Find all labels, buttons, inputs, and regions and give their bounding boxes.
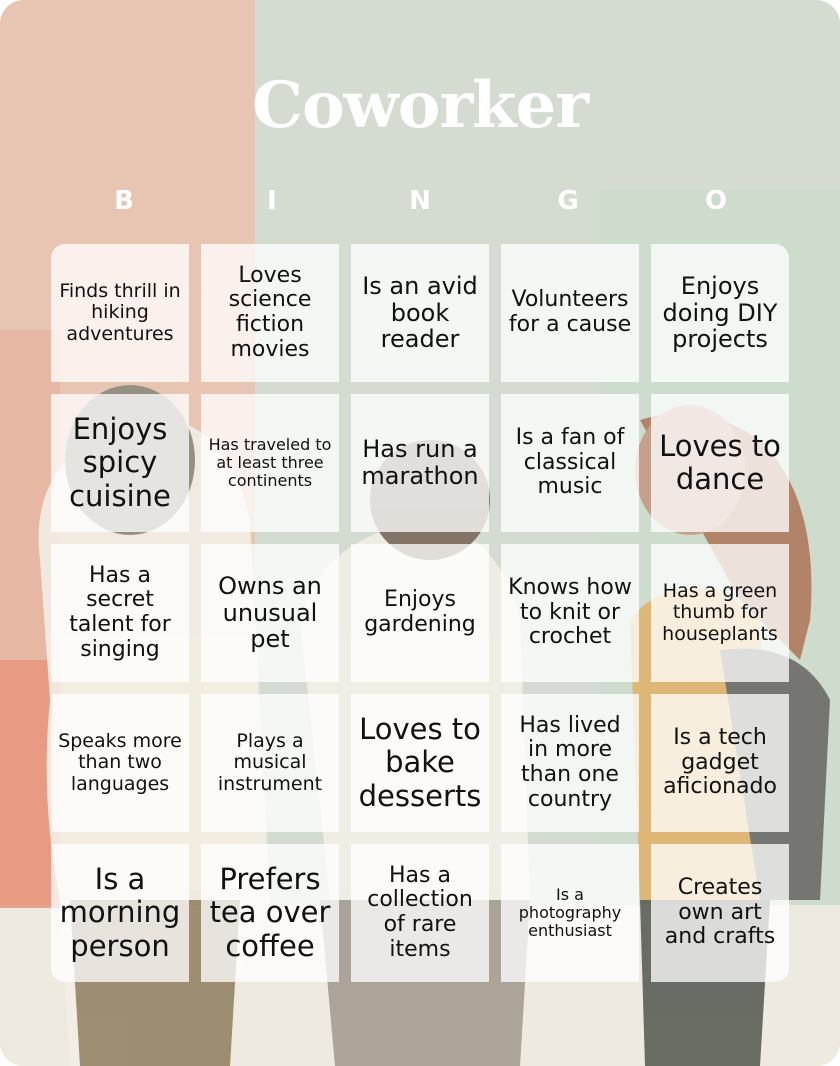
bingo-cell[interactable]: Loves science fiction movies [201,244,339,382]
bingo-cell[interactable]: Enjoys doing DIY projects [651,244,789,382]
bingo-cell[interactable]: Owns an unusual pet [201,544,339,682]
bingo-cell[interactable]: Is a fan of classical music [501,394,639,532]
header-letter-o: O [704,186,728,216]
bingo-cell[interactable]: Has a collection of rare items [351,844,489,982]
bingo-card: Coworker B I N G O Finds thrill in hikin… [0,0,840,1066]
bingo-cell[interactable]: Is a photography enthusiast [501,844,639,982]
bingo-cell[interactable]: Knows how to knit or crochet [501,544,639,682]
bingo-cell[interactable]: Has traveled to at least three continent… [201,394,339,532]
bingo-cell[interactable]: Has run a marathon [351,394,489,532]
bingo-cell[interactable]: Is a tech gadget aficionado [651,694,789,832]
bingo-cell[interactable]: Loves to dance [651,394,789,532]
bingo-cell[interactable]: Has a green thumb for houseplants [651,544,789,682]
header-letter-i: I [267,186,277,216]
bingo-cell[interactable]: Prefers tea over coffee [201,844,339,982]
bingo-cell[interactable]: Enjoys spicy cuisine [51,394,189,532]
bingo-cell[interactable]: Plays a musical instrument [201,694,339,832]
bingo-cell[interactable]: Is a morning person [51,844,189,982]
bingo-grid: Finds thrill in hiking adventures Loves … [51,244,789,982]
bingo-cell[interactable]: Creates own art and crafts [651,844,789,982]
bingo-cell[interactable]: Loves to bake desserts [351,694,489,832]
bingo-cell[interactable]: Speaks more than two languages [51,694,189,832]
bingo-header: B I N G O [50,186,790,222]
bingo-cell[interactable]: Is an avid book reader [351,244,489,382]
page-title: Coworker [252,68,589,143]
bingo-cell[interactable]: Volunteers for a cause [501,244,639,382]
bingo-cell[interactable]: Finds thrill in hiking adventures [51,244,189,382]
bingo-cell[interactable]: Enjoys gardening [351,544,489,682]
bingo-cell[interactable]: Has lived in more than one country [501,694,639,832]
header-letter-g: G [557,186,579,216]
bingo-cell[interactable]: Has a secret talent for singing [51,544,189,682]
header-letter-b: B [114,186,134,216]
header-letter-n: N [409,186,431,216]
